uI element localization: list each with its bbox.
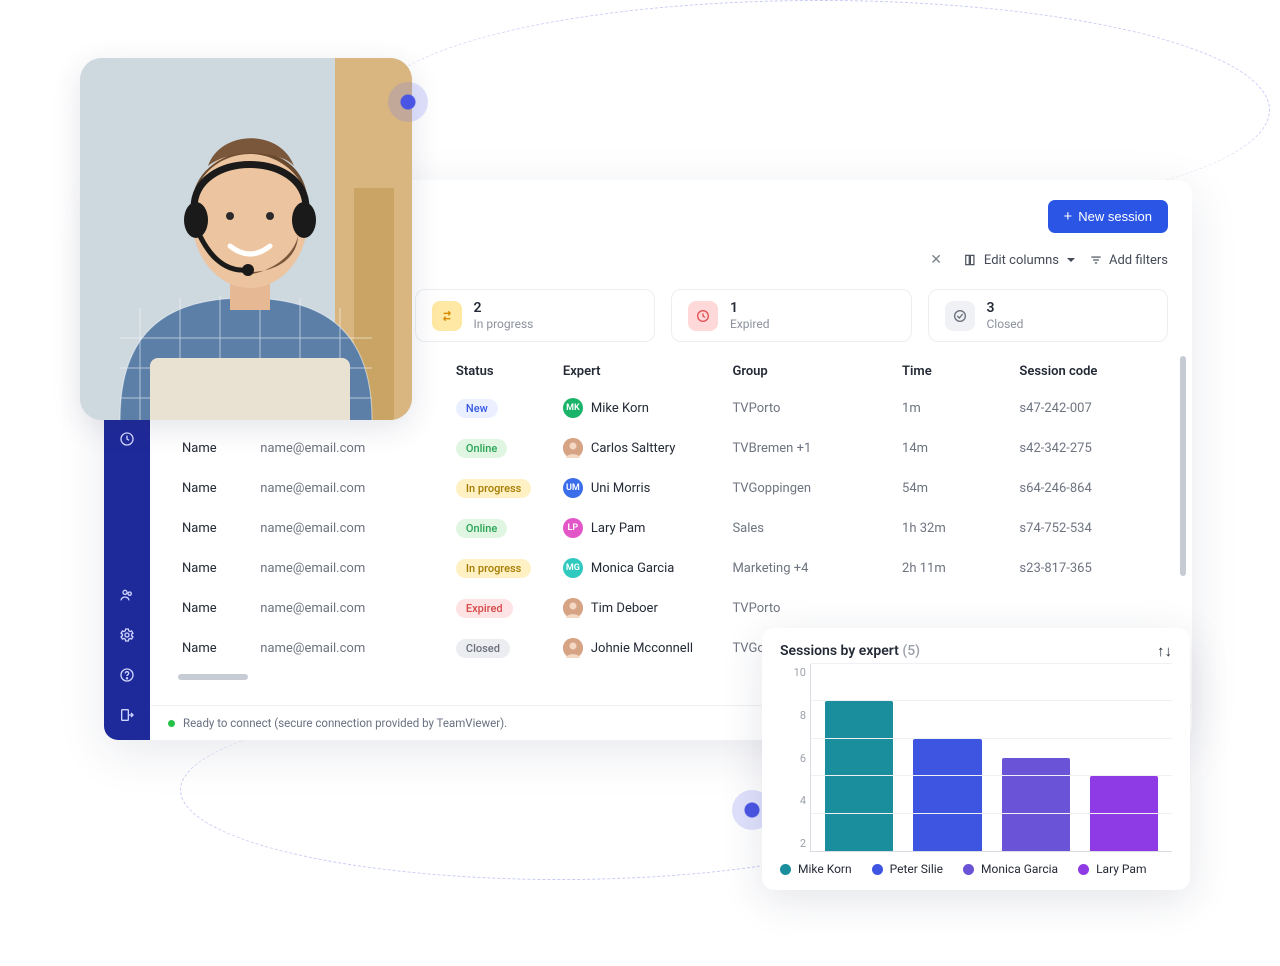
chart-bar[interactable] bbox=[913, 739, 981, 851]
legend-item[interactable]: Lary Pam bbox=[1078, 862, 1146, 876]
status-badge: Online bbox=[456, 519, 507, 538]
summary-icon bbox=[432, 301, 462, 331]
column-header[interactable]: Session code bbox=[1011, 356, 1168, 388]
chart-sort-button[interactable]: ↑↓ bbox=[1157, 642, 1172, 660]
avatar bbox=[563, 438, 583, 458]
sessions-by-expert-chart: Sessions by expert (5) ↑↓ 108642 Mike Ko… bbox=[762, 628, 1190, 890]
status-badge: New bbox=[456, 399, 498, 418]
column-header[interactable]: Time bbox=[894, 356, 1011, 388]
vertical-scrollbar[interactable] bbox=[1180, 356, 1186, 576]
column-header[interactable]: Expert bbox=[555, 356, 725, 388]
table-row[interactable]: Name name@email.com In progress MGMonica… bbox=[174, 548, 1168, 588]
legend-item[interactable]: Mike Korn bbox=[780, 862, 852, 876]
status-badge: Closed bbox=[456, 639, 510, 658]
status-badge: Expired bbox=[456, 599, 513, 618]
summary-card-closed[interactable]: 3Closed bbox=[928, 289, 1169, 342]
column-header[interactable]: Status bbox=[448, 356, 555, 388]
horizontal-scrollbar[interactable] bbox=[178, 674, 248, 680]
chart-title: Sessions by expert (5) bbox=[780, 643, 920, 659]
help-icon[interactable] bbox=[112, 660, 142, 690]
table-row[interactable]: Name name@email.com In progress UMUni Mo… bbox=[174, 468, 1168, 508]
table-row[interactable]: Name name@email.com Online LPLary Pam Sa… bbox=[174, 508, 1168, 548]
avatar bbox=[563, 598, 583, 618]
new-session-label: New session bbox=[1078, 209, 1152, 224]
status-badge: In progress bbox=[456, 479, 531, 498]
status-indicator-icon bbox=[168, 720, 175, 727]
columns-icon bbox=[964, 253, 978, 267]
avatar: MK bbox=[563, 398, 583, 418]
new-session-button[interactable]: + New session bbox=[1048, 200, 1168, 233]
accent-dot-top bbox=[388, 82, 428, 122]
avatar: LP bbox=[563, 518, 583, 538]
avatar bbox=[563, 638, 583, 658]
chart-plot-area bbox=[810, 664, 1172, 852]
avatar: MG bbox=[563, 558, 583, 578]
legend-swatch bbox=[1078, 864, 1089, 875]
summary-icon bbox=[945, 301, 975, 331]
plus-icon: + bbox=[1064, 209, 1073, 224]
avatar: UM bbox=[563, 478, 583, 498]
summary-icon bbox=[688, 301, 718, 331]
exit-icon[interactable] bbox=[112, 700, 142, 730]
clear-search-icon[interactable]: ✕ bbox=[930, 252, 942, 268]
legend-swatch bbox=[872, 864, 883, 875]
status-badge: Online bbox=[456, 439, 507, 458]
status-badge: In progress bbox=[456, 559, 531, 578]
legend-item[interactable]: Peter Silie bbox=[872, 862, 943, 876]
chart-legend: Mike Korn Peter Silie Monica Garcia Lary Pa… bbox=[780, 852, 1172, 876]
chart-bar[interactable] bbox=[825, 701, 893, 851]
support-agent-photo bbox=[80, 58, 412, 420]
add-filters-button[interactable]: Add filters bbox=[1089, 253, 1168, 268]
legend-swatch bbox=[780, 864, 791, 875]
filter-icon bbox=[1089, 253, 1103, 267]
status-text: Ready to connect (secure connection prov… bbox=[183, 716, 507, 730]
sidebar-sessions-icon[interactable] bbox=[112, 424, 142, 454]
table-row[interactable]: Name name@email.com Expired Tim Deboer T… bbox=[174, 588, 1168, 628]
column-header[interactable]: Group bbox=[724, 356, 894, 388]
summary-card-in-progress[interactable]: 2In progress bbox=[415, 289, 656, 342]
summary-card-expired[interactable]: 1Expired bbox=[671, 289, 912, 342]
table-row[interactable]: Name name@email.com Online Carlos Saltte… bbox=[174, 428, 1168, 468]
legend-item[interactable]: Monica Garcia bbox=[963, 862, 1058, 876]
legend-swatch bbox=[963, 864, 974, 875]
gear-icon[interactable] bbox=[112, 620, 142, 650]
chart-bar[interactable] bbox=[1002, 758, 1070, 852]
edit-columns-button[interactable]: Edit columns bbox=[964, 253, 1075, 268]
chart-y-axis: 108642 bbox=[780, 664, 806, 852]
users-icon[interactable] bbox=[112, 580, 142, 610]
